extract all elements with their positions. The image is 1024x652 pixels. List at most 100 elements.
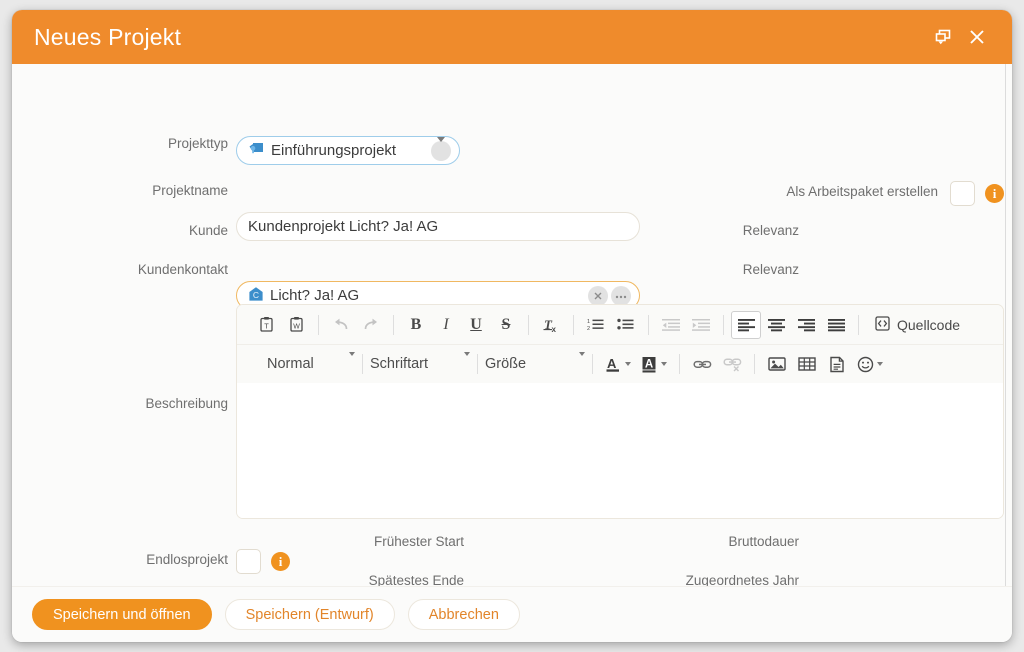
bruttodauer-label-wrap: Bruttodauer <box>632 534 799 549</box>
endlosprojekt-label: Endlosprojekt <box>146 552 228 567</box>
arbeitspaket-control: i <box>950 181 1004 206</box>
kunde-clear-button[interactable] <box>588 285 608 306</box>
chevron-down-icon <box>579 352 585 372</box>
kunde-label-wrap: Kunde <box>12 223 228 238</box>
save-draft-button[interactable]: Speichern (Entwurf) <box>224 599 395 630</box>
beschreibung-label: Beschreibung <box>145 396 228 411</box>
font-family-select[interactable]: Schriftart <box>370 350 470 378</box>
image-button[interactable] <box>762 350 792 378</box>
align-right-button[interactable] <box>791 311 821 339</box>
fruehester-start-label-wrap: Frühester Start <box>312 534 464 549</box>
paste-as-text-icon: T <box>258 316 275 333</box>
toolbar-separator <box>858 314 859 335</box>
link-button[interactable] <box>687 350 717 378</box>
paste-from-word-icon: W <box>288 316 305 333</box>
toolbar-separator <box>723 314 724 335</box>
zugeordnetes-jahr-label-wrap: Zugeordnetes Jahr <box>632 573 799 586</box>
kundenkontakt-label-wrap: Kundenkontakt <box>12 262 228 277</box>
font-family-value: Schriftart <box>370 356 429 372</box>
text-color-icon: A <box>606 356 622 373</box>
remove-format-button[interactable]: T x <box>536 311 566 339</box>
save-and-open-button[interactable]: Speichern und öffnen <box>32 599 212 630</box>
editor-toolbar-row-1: T W B I U S T x 1 2 Quellcode <box>237 305 1003 344</box>
dialog-body: Projekttyp Einführungsprojekt Projektnam… <box>12 64 1012 586</box>
dialog-footer: Speichern und öffnen Speichern (Entwurf)… <box>12 586 1012 642</box>
toolbar-separator <box>362 354 363 374</box>
align-left-button[interactable] <box>731 310 761 339</box>
beschreibung-textarea[interactable] <box>237 383 1003 518</box>
svg-text:W: W <box>293 324 300 331</box>
kunde-value: Licht? Ja! AG <box>270 287 360 304</box>
dialog-title: Neues Projekt <box>34 23 182 50</box>
projekttyp-dropdown-button[interactable] <box>431 137 451 161</box>
endlosprojekt-control: i <box>236 549 290 574</box>
arbeitspaket-checkbox[interactable] <box>950 181 975 206</box>
close-button[interactable] <box>960 20 994 54</box>
increase-indent-button[interactable] <box>686 311 716 339</box>
underline-button[interactable]: U <box>461 311 491 339</box>
bold-button[interactable]: B <box>401 311 431 339</box>
image-icon <box>768 356 786 372</box>
toolbar-separator <box>477 354 478 374</box>
paste-from-word-button[interactable]: W <box>281 311 311 339</box>
kunde-more-button[interactable] <box>611 285 631 306</box>
projektname-label-wrap: Projektname <box>12 183 228 198</box>
beschreibung-label-wrap: Beschreibung <box>12 396 228 411</box>
redo-icon <box>362 317 380 333</box>
toolbar-separator <box>754 354 755 374</box>
toolbar-separator <box>393 314 394 335</box>
undo-button[interactable] <box>326 311 356 339</box>
paragraph-format-select[interactable]: Normal <box>251 350 355 378</box>
emoji-icon <box>857 356 874 373</box>
arbeitspaket-label-wrap: Als Arbeitspaket erstellen <box>712 184 938 199</box>
table-button[interactable] <box>792 350 822 378</box>
beschreibung-editor: T W B I U S T x 1 2 Quellcode Normal Sch… <box>236 304 1004 519</box>
customer-company-icon: C <box>248 286 264 306</box>
numbered-list-button[interactable]: 1 2 <box>581 311 611 339</box>
page-break-button[interactable] <box>822 350 852 378</box>
align-justify-button[interactable] <box>821 311 851 339</box>
toolbar-separator <box>573 314 574 335</box>
projekttyp-value: Einführungsprojekt <box>271 142 397 159</box>
unlink-icon <box>722 356 742 372</box>
source-code-button[interactable]: Quellcode <box>866 311 968 339</box>
endlosprojekt-label-wrap: Endlosprojekt <box>12 552 228 567</box>
source-code-icon <box>874 315 891 335</box>
toolbar-separator <box>679 354 680 374</box>
projektname-input[interactable]: Kundenprojekt Licht? Ja! AG <box>236 212 640 241</box>
align-center-button[interactable] <box>761 311 791 339</box>
arbeitspaket-info-icon[interactable]: i <box>985 184 1004 203</box>
svg-text:x: x <box>552 325 557 333</box>
unlink-button[interactable] <box>717 350 747 378</box>
chevron-down-icon <box>660 362 667 366</box>
background-color-icon: A <box>642 356 658 373</box>
strikethrough-button[interactable]: S <box>491 311 521 339</box>
italic-button[interactable]: I <box>431 311 461 339</box>
chevron-down-icon <box>624 362 631 366</box>
panel-divider <box>1005 64 1006 586</box>
emoji-button[interactable] <box>852 350 888 378</box>
text-color-button[interactable]: A <box>600 350 636 378</box>
restore-window-button[interactable] <box>926 20 960 54</box>
relevanz-kunde-label: Relevanz <box>742 223 799 238</box>
projekttyp-label: Projekttyp <box>167 136 228 151</box>
chevron-down-icon <box>877 362 883 366</box>
new-project-dialog: Neues Projekt Projekttyp Einführungsproj… <box>12 10 1012 642</box>
projekttyp-select[interactable]: Einführungsprojekt <box>236 136 460 165</box>
font-size-select[interactable]: Größe <box>485 350 585 378</box>
redo-button[interactable] <box>356 311 386 339</box>
align-justify-icon <box>827 318 845 332</box>
align-left-icon <box>737 318 755 332</box>
projektname-value: Kundenprojekt Licht? Ja! AG <box>248 218 439 235</box>
font-size-value: Größe <box>485 356 527 372</box>
bulleted-list-button[interactable] <box>611 311 641 339</box>
paste-as-text-button[interactable]: T <box>251 311 281 339</box>
endlosprojekt-info-icon[interactable]: i <box>271 552 290 571</box>
decrease-indent-button[interactable] <box>656 311 686 339</box>
endlosprojekt-checkbox[interactable] <box>236 549 261 574</box>
chevron-down-icon <box>437 137 445 159</box>
zugeordnetes-jahr-label: Zugeordnetes Jahr <box>685 573 799 586</box>
undo-icon <box>332 317 350 333</box>
background-color-button[interactable]: A <box>636 350 672 378</box>
cancel-button[interactable]: Abbrechen <box>407 599 520 630</box>
